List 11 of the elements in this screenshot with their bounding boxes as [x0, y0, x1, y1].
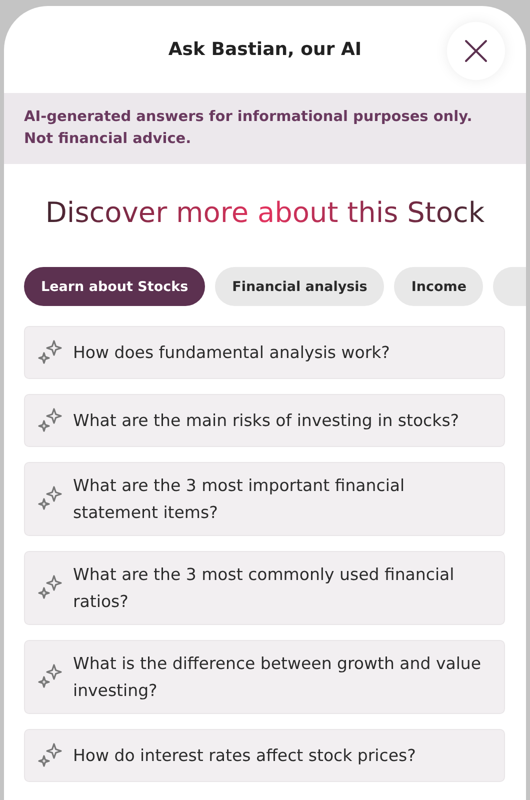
window-title: Ask Bastian, our AI: [168, 39, 362, 60]
disclaimer-banner: AI-generated answers for informational purposes only. Not financial advice.: [4, 93, 526, 164]
category-tab[interactable]: Financial analysis: [215, 267, 384, 306]
question-card[interactable]: How does fundamental analysis work?: [24, 326, 505, 379]
question-card[interactable]: What are the 3 most important financial statement items?: [24, 462, 505, 536]
category-tab[interactable]: Learn about Stocks: [24, 267, 206, 306]
category-tab[interactable]: Income: [394, 267, 484, 306]
question-card[interactable]: What is the difference between growth and value investing?: [24, 640, 505, 714]
question-card[interactable]: How do interest rates affect stock prices?: [24, 729, 505, 782]
question-card[interactable]: What are the main risks of investing in stocks?: [24, 394, 505, 447]
question-card[interactable]: What are the 3 most commonly used financial ratios?: [24, 551, 505, 625]
